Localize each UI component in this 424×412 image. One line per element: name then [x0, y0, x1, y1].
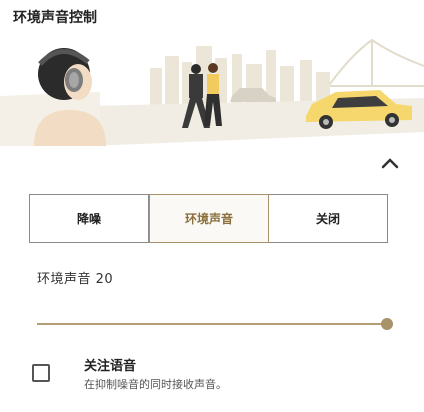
ambient-level-label: 环境声音 20	[37, 272, 114, 287]
ambient-sound-illustration	[0, 38, 424, 146]
ambient-level-slider-thumb[interactable]	[381, 318, 393, 330]
focus-on-voice-title: 关注语音	[84, 359, 137, 374]
ambient-mode-selector: 降噪 环境声音 关闭	[29, 194, 388, 243]
mode-off-button[interactable]: 关闭	[269, 194, 388, 243]
page-title: 环境声音控制	[13, 10, 97, 26]
focus-on-voice-description: 在抑制噪音的同时接收声音。	[84, 378, 227, 391]
mode-ambient-sound-button[interactable]: 环境声音	[149, 194, 269, 243]
chevron-up-icon	[381, 158, 399, 169]
ambient-level-track[interactable]	[37, 323, 387, 325]
focus-on-voice-checkbox[interactable]	[32, 364, 50, 382]
collapse-button[interactable]	[376, 150, 404, 176]
mode-noise-cancelling-button[interactable]: 降噪	[29, 194, 149, 243]
